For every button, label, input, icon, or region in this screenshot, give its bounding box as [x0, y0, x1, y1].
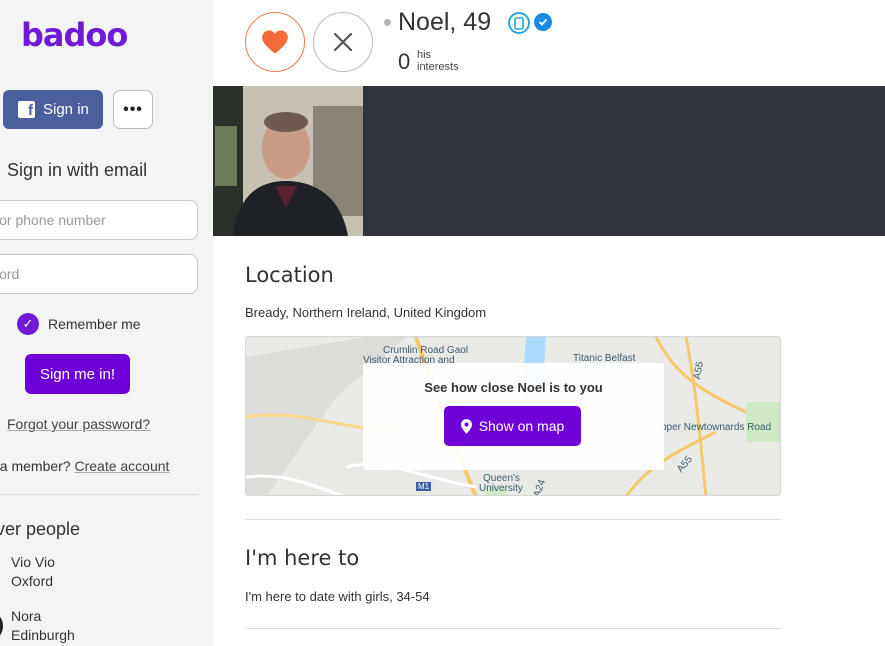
- phone-verified-icon[interactable]: [508, 12, 530, 34]
- location-title: Location: [245, 263, 334, 287]
- email-input[interactable]: [0, 212, 197, 228]
- profile-name: Noel, 49: [398, 8, 492, 36]
- show-on-map-button[interactable]: Show on map: [444, 406, 581, 446]
- password-input[interactable]: [0, 266, 197, 282]
- checkmark-icon[interactable]: ✓: [17, 313, 39, 335]
- avatar[interactable]: [0, 614, 3, 638]
- heart-icon: [262, 30, 288, 54]
- photo-strip: [213, 86, 885, 236]
- here-to-title: I'm here to: [245, 546, 360, 570]
- sidebar: badoo f Sign in ••• Sign in with email ✓…: [0, 0, 213, 646]
- person-item[interactable]: Vio Vio Oxford: [11, 553, 55, 591]
- facebook-signin-label: Sign in: [43, 101, 89, 118]
- map-label-newtownards: pper Newtownards Road: [661, 422, 772, 433]
- signin-button[interactable]: Sign me in!: [25, 354, 130, 394]
- close-icon: [333, 32, 353, 52]
- location-map[interactable]: Crumlin Road Gaol Visitor Attraction and…: [245, 336, 781, 496]
- online-status-dot: [384, 19, 391, 26]
- person-name: Nora: [11, 608, 42, 624]
- interests-label: his interests: [417, 49, 459, 73]
- forgot-password-link[interactable]: Forgot your password?: [7, 416, 150, 432]
- facebook-signin-button[interactable]: f Sign in: [3, 90, 103, 129]
- location-text: Bready, Northern Ireland, United Kingdom: [245, 305, 487, 320]
- show-on-map-label: Show on map: [478, 418, 565, 434]
- person-city: Oxford: [11, 573, 54, 589]
- person-item[interactable]: Nora Edinburgh: [11, 607, 75, 645]
- section-divider: [245, 519, 781, 520]
- discover-people-title: over people: [0, 519, 81, 539]
- more-options-button[interactable]: •••: [113, 90, 153, 129]
- member-prefix: t a member?: [0, 458, 71, 474]
- email-field[interactable]: [0, 200, 198, 240]
- here-to-text: I'm here to date with girls, 34-54: [245, 589, 430, 604]
- interests-label-line2: interests: [417, 61, 459, 73]
- pass-button[interactable]: [313, 12, 373, 72]
- section-divider: [245, 628, 781, 629]
- sidebar-divider: [0, 494, 198, 495]
- map-label-university: University: [479, 483, 523, 494]
- signin-email-title: Sign in with email: [7, 160, 148, 180]
- person-name: Vio Vio: [11, 554, 55, 570]
- map-card-title: See how close Noel is to you: [424, 380, 603, 395]
- verified-check-icon[interactable]: [534, 13, 552, 31]
- badoo-logo[interactable]: badoo: [21, 16, 128, 54]
- remember-me-label: Remember me: [48, 316, 141, 332]
- like-button[interactable]: [245, 12, 305, 72]
- create-account-link[interactable]: Create account: [74, 458, 169, 474]
- map-pin-icon: [460, 418, 472, 434]
- map-label-m1: M1: [416, 482, 432, 491]
- password-field[interactable]: [0, 254, 198, 294]
- interests-label-line1: his: [417, 49, 432, 61]
- profile-photo[interactable]: [213, 86, 363, 236]
- remember-me-checkbox[interactable]: ✓ Remember me: [17, 313, 141, 335]
- create-account-row: t a member? Create account: [0, 458, 169, 474]
- map-overlay-card: See how close Noel is to you Show on map: [363, 363, 664, 470]
- interests-count: 0: [398, 49, 411, 74]
- person-city: Edinburgh: [11, 627, 75, 643]
- profile-main: Noel, 49 0 his interests Location Bready…: [213, 0, 885, 646]
- facebook-icon: f: [18, 101, 35, 118]
